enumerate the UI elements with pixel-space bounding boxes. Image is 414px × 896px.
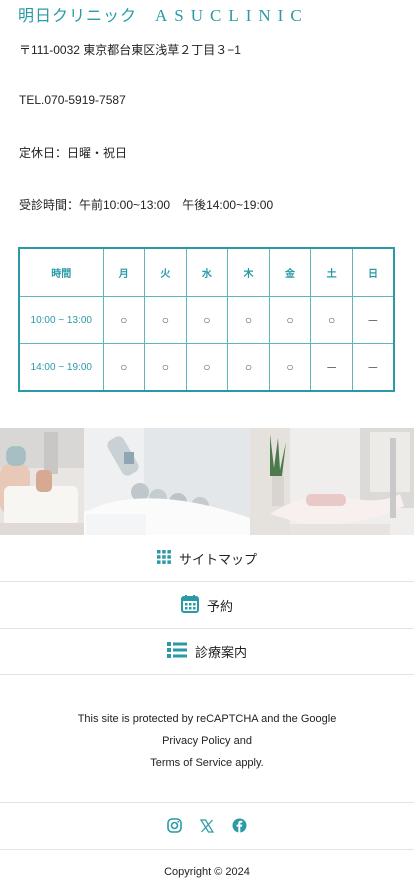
reserve-label: 予約 xyxy=(206,598,233,614)
schedule-header-cell: 金 xyxy=(268,247,312,297)
recaptcha-line: This site is protected by reCAPTCHA and … xyxy=(77,713,337,725)
divider xyxy=(0,802,414,803)
schedule-mark-cell: － xyxy=(310,343,353,392)
schedule-mark-cell: ○ xyxy=(102,343,146,392)
divider xyxy=(0,849,414,850)
social-links xyxy=(0,816,414,838)
schedule-mark-cell: ○ xyxy=(268,296,312,344)
clinic-holiday: 定休日：日曜・祝日 xyxy=(19,146,128,160)
x-icon[interactable] xyxy=(199,818,215,837)
list-icon xyxy=(166,641,187,662)
terms-of-service-link[interactable]: Terms of Service apply. xyxy=(0,752,414,774)
schedule-header-row: 時間 月 火 水 木 金 土 日 xyxy=(18,247,395,297)
schedule-mark-cell: ○ xyxy=(185,296,229,344)
schedule-header-cell: 時間 xyxy=(18,247,104,297)
schedule-header-cell: 水 xyxy=(185,247,229,297)
schedule-row: 10:00 ~ 13:00 ○ ○ ○ ○ ○ ○ － xyxy=(18,296,395,344)
logo-japanese: 明日クリニック xyxy=(18,6,138,25)
clinic-logo[interactable]: 明日クリニック ASUCLINIC xyxy=(18,2,309,25)
schedule-mark-cell: ○ xyxy=(102,296,146,344)
schedule-header-cell: 日 xyxy=(351,247,395,297)
recaptcha-notice: This site is protected by reCAPTCHA and … xyxy=(0,708,414,774)
schedule-mark-cell: ○ xyxy=(144,296,187,344)
clinic-tel[interactable]: TEL.070-5919-7587 xyxy=(19,93,126,107)
schedule-table: 時間 月 火 水 木 金 土 日 10:00 ~ 13:00 ○ ○ ○ ○ ○… xyxy=(18,247,395,392)
schedule-header-cell: 火 xyxy=(144,247,187,297)
schedule-mark-cell: ○ xyxy=(268,343,312,392)
schedule-mark-cell: ○ xyxy=(227,296,270,344)
schedule-time-cell: 10:00 ~ 13:00 xyxy=(18,296,104,344)
clinic-photo-equipment xyxy=(84,428,250,535)
privacy-policy-link[interactable]: Privacy Policy and xyxy=(0,730,414,752)
clinic-address: 〒111-0032 東京都台東区浅草２丁目３−1 xyxy=(19,43,241,57)
schedule-mark-cell: － xyxy=(351,296,395,344)
reserve-link[interactable]: 予約 xyxy=(0,582,414,629)
schedule-time-cell: 14:00 ~ 19:00 xyxy=(18,343,104,392)
schedule-mark-cell: － xyxy=(351,343,395,392)
grid-icon xyxy=(156,549,171,567)
copyright-text: Copyright © 2024 xyxy=(164,866,250,878)
facebook-icon[interactable] xyxy=(232,818,247,837)
clinic-hours: 受診時間：午前10:00~13:00 午後14:00~19:00 xyxy=(19,198,274,212)
clinic-photo-treatment xyxy=(0,428,84,535)
logo-english: ASUCLINIC xyxy=(155,6,309,25)
sitemap-label: サイトマップ xyxy=(178,551,257,567)
schedule-row: 14:00 ~ 19:00 ○ ○ ○ ○ ○ － － xyxy=(18,343,395,392)
sitemap-link[interactable]: サイトマップ xyxy=(0,535,414,582)
guide-link[interactable]: 診療案内 xyxy=(0,628,414,675)
clinic-photo-room xyxy=(250,428,414,535)
guide-label: 診療案内 xyxy=(194,644,247,660)
schedule-header-cell: 土 xyxy=(310,247,353,297)
schedule-header-cell: 月 xyxy=(102,247,146,297)
schedule-mark-cell: ○ xyxy=(144,343,187,392)
schedule-header-cell: 木 xyxy=(227,247,270,297)
calendar-icon xyxy=(180,594,199,616)
schedule-mark-cell: ○ xyxy=(185,343,229,392)
schedule-mark-cell: ○ xyxy=(227,343,270,392)
schedule-mark-cell: ○ xyxy=(310,296,353,344)
instagram-icon[interactable] xyxy=(167,817,182,837)
